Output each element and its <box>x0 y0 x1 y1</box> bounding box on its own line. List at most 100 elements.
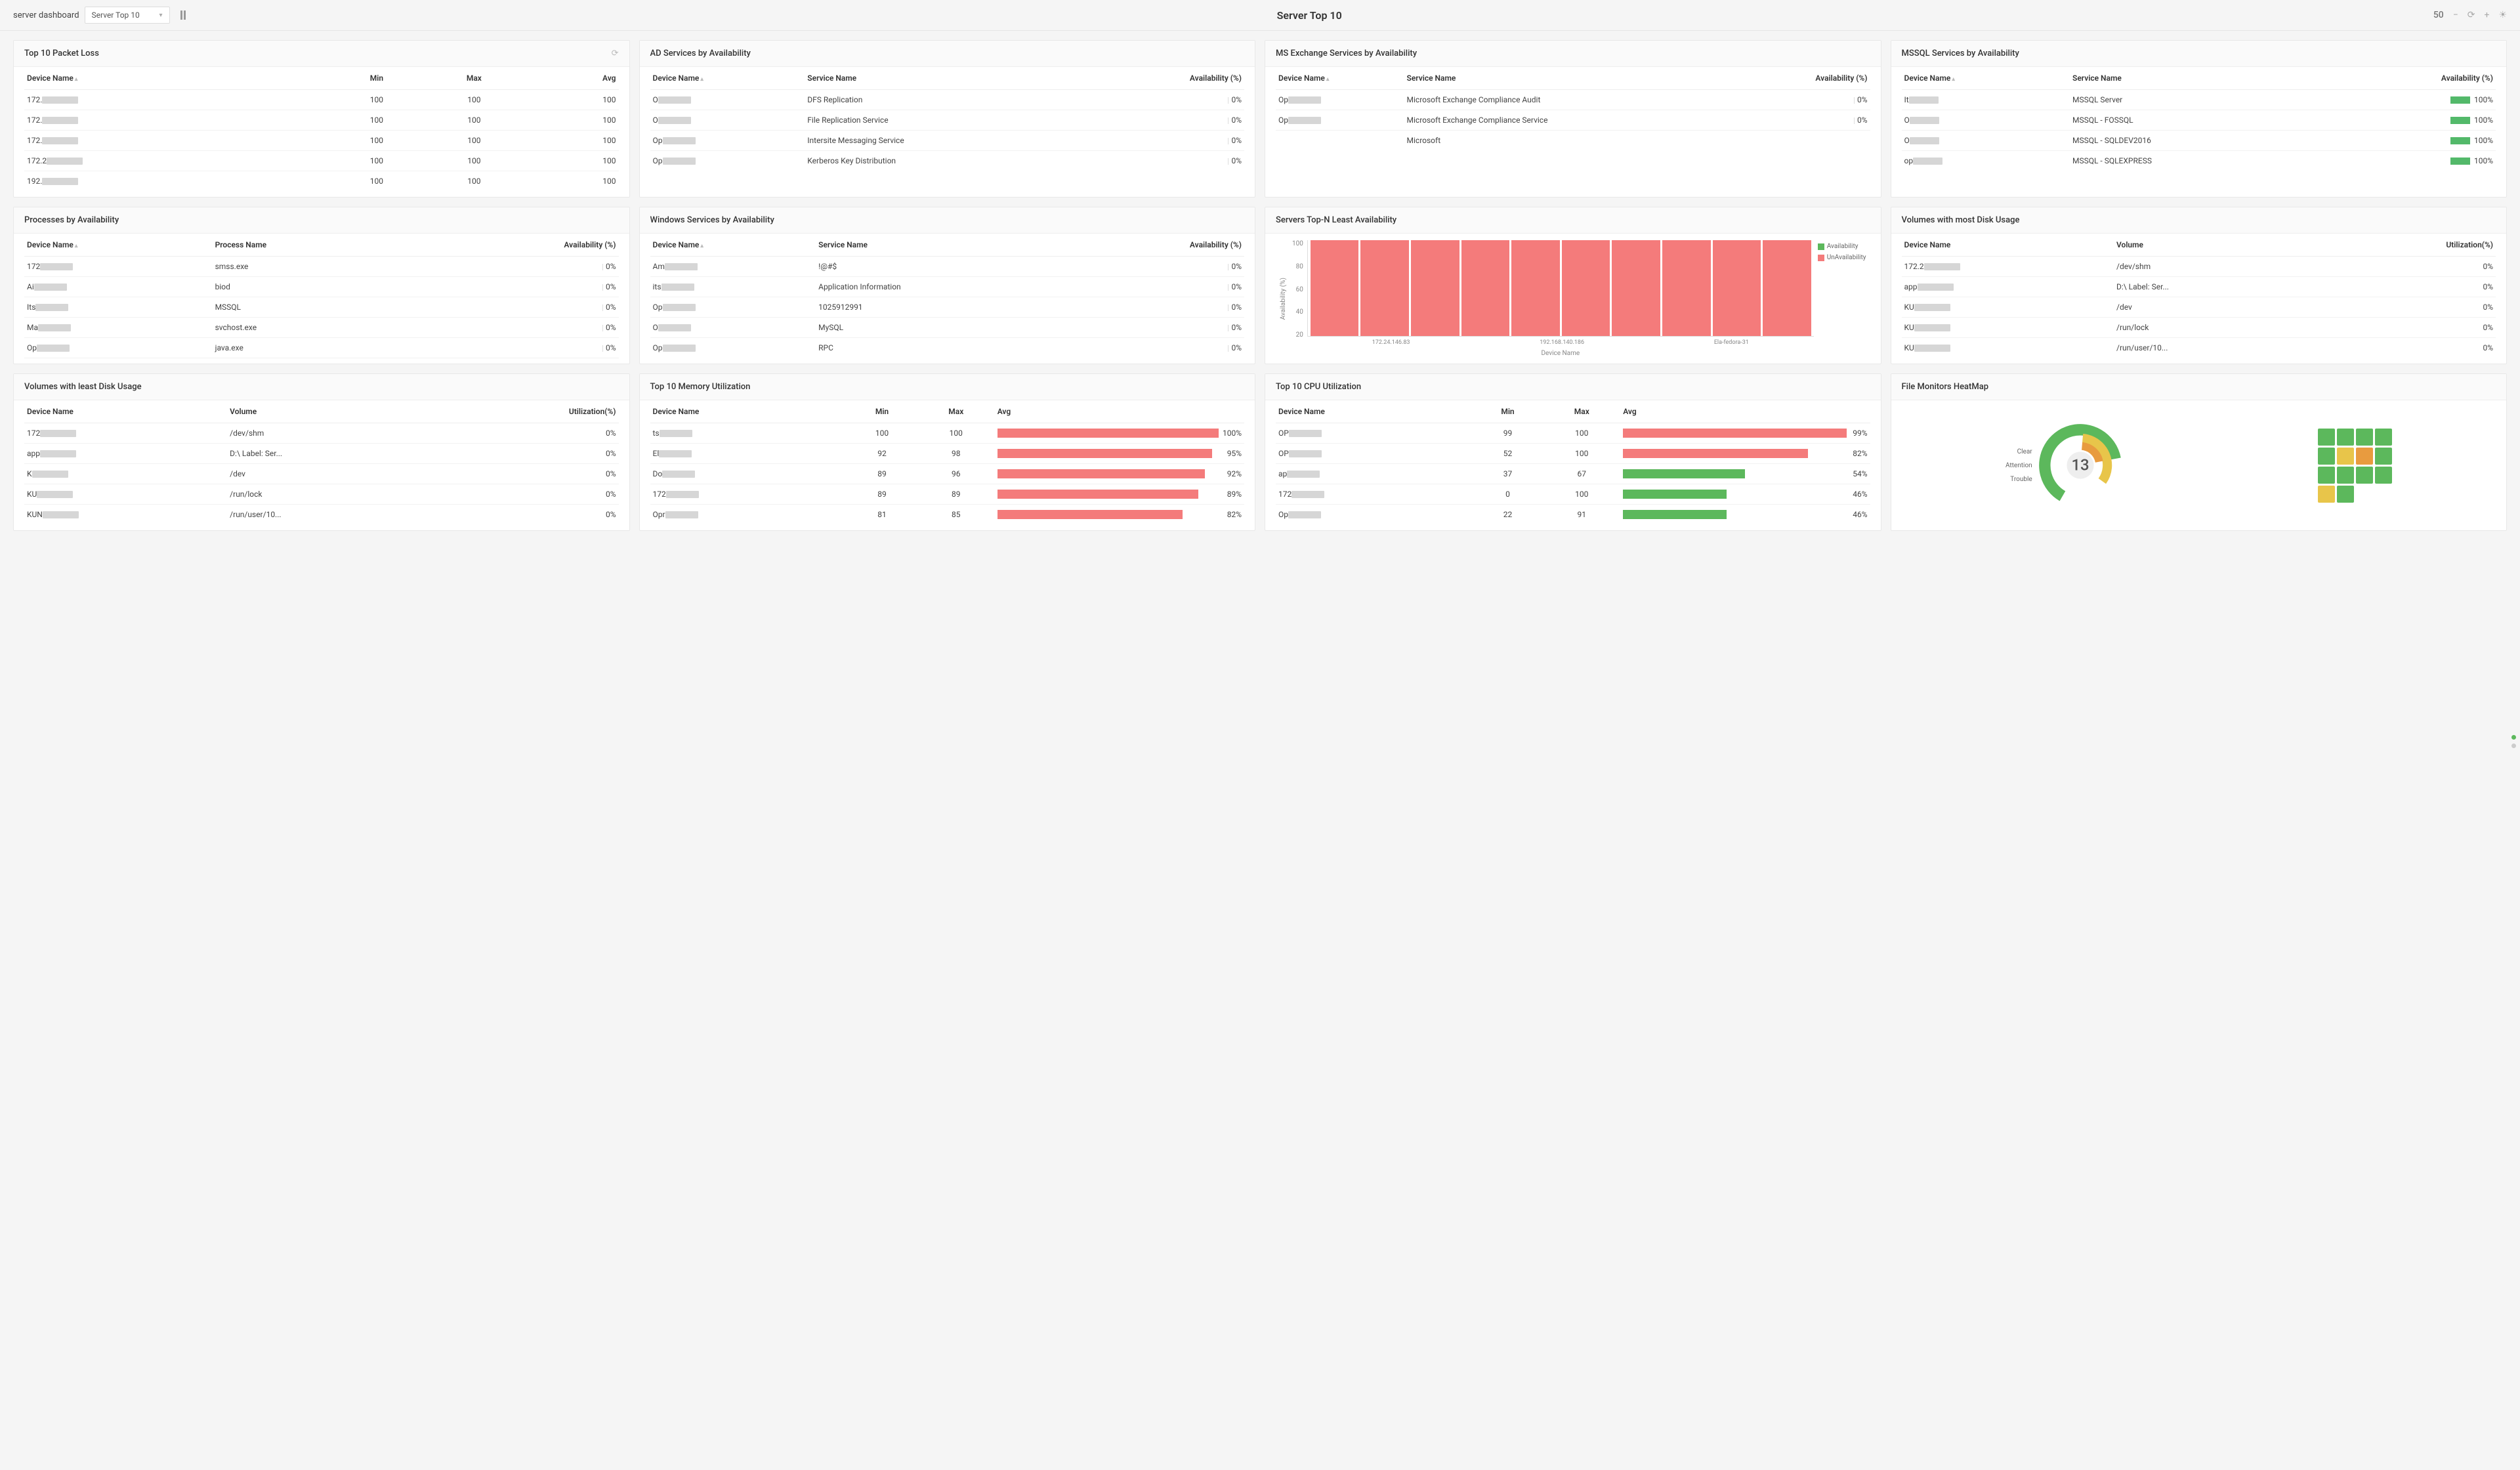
table-row[interactable]: 172898989% <box>650 484 1245 505</box>
table-row[interactable]: Opjava.exe0% <box>24 338 619 358</box>
col-process[interactable]: Process Name <box>213 234 427 257</box>
table-row[interactable]: OpKerberos Key Distribution0% <box>650 151 1245 171</box>
col-avail[interactable]: Availability (%) <box>2324 67 2496 90</box>
dot-active[interactable] <box>2511 735 2516 740</box>
col-max[interactable]: Max <box>917 400 995 423</box>
table-row[interactable]: KU/run/user/10...0% <box>1902 338 2496 358</box>
table-row[interactable]: OP5210082% <box>1276 444 1870 464</box>
col-avail[interactable]: Availability (%) <box>427 234 618 257</box>
table-row[interactable]: ts100100100% <box>650 423 1245 444</box>
col-service[interactable]: Service Name <box>1404 67 1740 90</box>
table-row[interactable]: itsApplication Information0% <box>650 277 1245 297</box>
heatmap-cell[interactable] <box>2337 486 2354 503</box>
table-row[interactable]: El929895% <box>650 444 1245 464</box>
heatmap-cell[interactable] <box>2337 448 2354 465</box>
table-row[interactable]: 172.100100100 <box>24 131 619 151</box>
table-row[interactable]: ap376754% <box>1276 464 1870 484</box>
heatmap-cell[interactable] <box>2337 467 2354 484</box>
col-service[interactable]: Service Name <box>805 67 1086 90</box>
col-volume[interactable]: Volume <box>227 400 432 423</box>
col-device[interactable]: Device Name▴ <box>1276 67 1404 90</box>
table-row[interactable]: OMSSQL - SQLDEV2016100% <box>1902 131 2496 151</box>
col-avail[interactable]: Availability (%) <box>1087 67 1245 90</box>
table-row[interactable]: Oniava exe -without0% <box>24 358 619 364</box>
col-volume[interactable]: Volume <box>2114 234 2314 257</box>
table-row[interactable]: 172.2100100100 <box>24 151 619 171</box>
pause-icon[interactable] <box>180 10 186 20</box>
table-row[interactable]: OpMicrosoft Exchange Compliance Service0… <box>1276 110 1870 131</box>
table-row[interactable]: ItsMSSQL0% <box>24 297 619 318</box>
col-util[interactable]: Utilization(%) <box>2314 234 2496 257</box>
col-min[interactable]: Min <box>1473 400 1544 423</box>
minus-icon[interactable]: − <box>2453 10 2458 20</box>
table-row[interactable]: OpMicrosoft Exchange Compliance Audit0% <box>1276 90 1870 110</box>
page-dots[interactable] <box>2511 735 2516 748</box>
table-row[interactable]: Microsoft <box>1276 131 1870 151</box>
table-row[interactable]: opMSSQL - SQLEXPRESS100% <box>1902 151 2496 171</box>
col-avg[interactable]: Avg <box>1620 400 1870 423</box>
col-device[interactable]: Device Name <box>1276 400 1473 423</box>
table-row[interactable]: 172.100100100 <box>24 90 619 110</box>
col-device[interactable]: Device Name <box>650 400 847 423</box>
heatmap-cell[interactable] <box>2375 467 2392 484</box>
col-service[interactable]: Service Name <box>2070 67 2324 90</box>
col-device[interactable]: Device Name▴ <box>24 67 330 90</box>
table-row[interactable]: Opr818582% <box>650 505 1245 525</box>
plus-icon[interactable]: + <box>2484 10 2489 20</box>
heatmap-cell[interactable] <box>2318 467 2335 484</box>
table-row[interactable]: K/dev0% <box>24 464 619 484</box>
col-avg[interactable]: Avg <box>525 67 619 90</box>
col-avg[interactable]: Avg <box>995 400 1244 423</box>
table-row[interactable]: 172.100100100 <box>24 110 619 131</box>
table-row[interactable]: Op10259129910% <box>650 297 1245 318</box>
col-device[interactable]: Device Name▴ <box>650 234 816 257</box>
col-min[interactable]: Min <box>847 400 917 423</box>
table-row[interactable]: OFile Replication Service0% <box>650 110 1245 131</box>
col-avail[interactable]: Availability (%) <box>1075 234 1244 257</box>
dot[interactable] <box>2511 744 2516 748</box>
dashboard-dropdown[interactable]: Server Top 10 ▾ <box>85 7 170 24</box>
table-row[interactable]: Masvchost.exe0% <box>24 318 619 338</box>
table-row[interactable]: appD:\ Label: Ser...0% <box>1902 277 2496 297</box>
col-avail[interactable]: Availability (%) <box>1739 67 1870 90</box>
table-row[interactable]: KU/run/lock0% <box>24 484 619 505</box>
heatmap-cell[interactable] <box>2318 448 2335 465</box>
table-row[interactable]: KU/run/lock0% <box>1902 318 2496 338</box>
table-row[interactable]: ODFS Replication0% <box>650 90 1245 110</box>
table-row[interactable]: KUN/run/user/10...0% <box>24 505 619 525</box>
col-min[interactable]: Min <box>330 67 423 90</box>
table-row[interactable]: Aibiod0% <box>24 277 619 297</box>
col-device[interactable]: Device Name▴ <box>1902 67 2070 90</box>
table-row[interactable]: Op229146% <box>1276 505 1870 525</box>
heatmap-cell[interactable] <box>2318 486 2335 503</box>
table-row[interactable]: 172smss.exe0% <box>24 257 619 277</box>
col-device[interactable]: Device Name <box>1902 234 2114 257</box>
heatmap-cell[interactable] <box>2356 448 2373 465</box>
table-row[interactable]: 172/dev/shm0% <box>24 423 619 444</box>
table-row[interactable]: Am!@#$0% <box>650 257 1245 277</box>
col-device[interactable]: Device Name▴ <box>650 67 805 90</box>
table-row[interactable]: OMSSQL - FOSSQL100% <box>1902 110 2496 131</box>
refresh-icon[interactable]: ⟳ <box>2468 10 2475 20</box>
table-row[interactable]: appD:\ Label: Ser...0% <box>24 444 619 464</box>
col-util[interactable]: Utilization(%) <box>432 400 619 423</box>
table-row[interactable]: OpIntersite Messaging Service0% <box>650 131 1245 151</box>
heatmap-cell[interactable] <box>2356 467 2373 484</box>
heatmap-cell[interactable] <box>2318 429 2335 446</box>
col-max[interactable]: Max <box>423 67 525 90</box>
table-row[interactable]: KU/dev0% <box>1902 297 2496 318</box>
table-row[interactable]: OpRPC0% <box>650 338 1245 358</box>
refresh-icon[interactable]: ⟳ <box>612 49 619 58</box>
heatmap-cell[interactable] <box>2356 429 2373 446</box>
table-row[interactable]: ItMSSQL Server100% <box>1902 90 2496 110</box>
theme-icon[interactable]: ☀ <box>2498 10 2507 20</box>
heatmap-cell[interactable] <box>2375 429 2392 446</box>
table-row[interactable]: 172010046% <box>1276 484 1870 505</box>
table-row[interactable]: OP9910099% <box>1276 423 1870 444</box>
col-service[interactable]: Service Name <box>816 234 1075 257</box>
table-row[interactable]: OMySQL0% <box>650 318 1245 338</box>
heatmap-cell[interactable] <box>2375 448 2392 465</box>
col-device[interactable]: Device Name <box>24 400 227 423</box>
table-row[interactable]: 192.100100100 <box>24 171 619 192</box>
heatmap-cell[interactable] <box>2337 429 2354 446</box>
